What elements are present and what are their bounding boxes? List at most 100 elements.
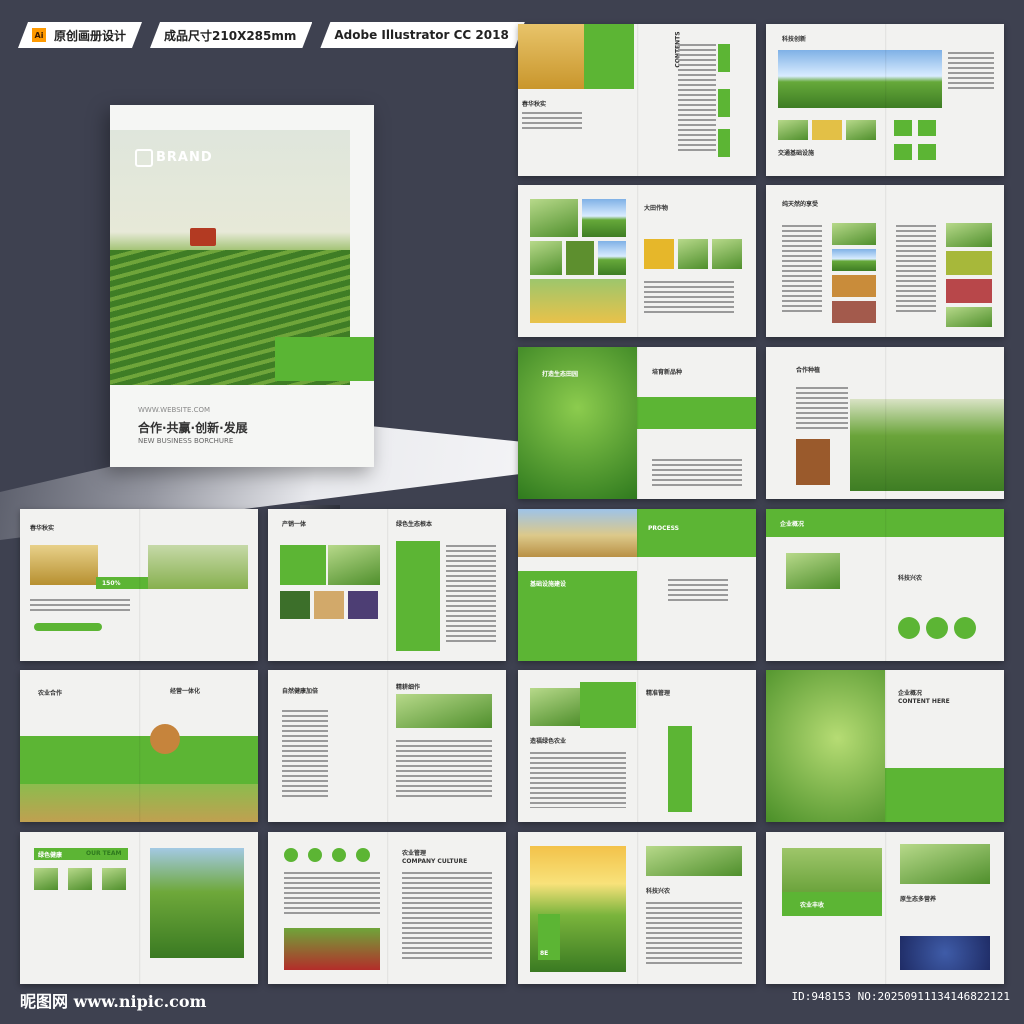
text-lines	[530, 752, 626, 808]
text-lines	[646, 902, 742, 966]
tag-design-label: 原创画册设计	[54, 28, 127, 43]
circle-badge	[926, 617, 948, 639]
cover-green-block	[275, 337, 374, 381]
spread-subtitle: 原生态多营养	[900, 896, 937, 903]
text-lines	[282, 710, 328, 800]
icon-badge	[308, 848, 322, 862]
field-photo	[328, 545, 380, 585]
progress-lines	[668, 579, 728, 601]
cow-photo	[796, 439, 830, 485]
spread-title: 农业丰收	[800, 902, 825, 909]
green-band	[782, 892, 882, 916]
tractor-icon	[190, 228, 216, 246]
sprout-photo	[766, 670, 885, 822]
thumb	[832, 223, 876, 245]
tag-size: 成品尺寸210X285mm	[150, 22, 312, 48]
green-column	[396, 541, 440, 651]
spread-title: 绿色健康	[38, 852, 63, 859]
header-tags: Ai 原创画册设计 成品尺寸210X285mm Adobe Illustrato…	[18, 22, 533, 48]
text-lines	[948, 52, 994, 92]
crop-photo	[530, 279, 626, 323]
spread-18: 农业丰收 原生态多营养	[766, 832, 1004, 984]
green-block	[280, 545, 326, 585]
spread-title: 自然健康加倍	[282, 688, 319, 695]
thumb	[946, 251, 992, 275]
thumb	[280, 591, 310, 619]
spread-title: 产销一体	[282, 521, 307, 528]
green-block	[580, 682, 636, 728]
crop-photo	[566, 241, 594, 275]
thumb	[946, 223, 992, 247]
spread-subtitle: COMPANY CULTURE	[402, 858, 468, 865]
spread-14: 企业概况 CONTENT HERE	[766, 670, 1004, 822]
spread-subtitle: 培育新品种	[652, 369, 683, 376]
text-lines	[896, 225, 936, 315]
icon-tile	[918, 120, 936, 136]
icon-badge	[356, 848, 370, 862]
spread-13: 造福绿色农业 精准管理	[518, 670, 756, 822]
spread-title: 科技兴农	[646, 888, 671, 895]
brochure-cover: BRAND WWW.WEBSITE.COM 合作·共赢·创新·发展 NEW BU…	[110, 105, 374, 467]
field-photo	[646, 846, 742, 876]
spread-title: 打造生态田园	[542, 371, 579, 378]
spread-title: 农业管理	[402, 850, 427, 857]
crop-photo	[530, 199, 578, 237]
thumb	[832, 249, 876, 271]
text-lines	[402, 872, 492, 962]
icon-tile	[918, 144, 936, 160]
spread-10: 企业概况 科技兴农	[766, 509, 1004, 661]
spread-11: 农业合作 经营一体化	[20, 670, 258, 822]
image-id: ID:948153 NO:20250911134146822121	[791, 990, 1010, 1003]
illustrator-icon: Ai	[32, 28, 46, 42]
terrace-photo	[850, 399, 1004, 491]
green-block	[584, 24, 634, 89]
tag-software: Adobe Illustrator CC 2018	[320, 22, 524, 48]
spread-title: 纯天然的享受	[782, 201, 819, 208]
spread-subtitle: OUR TEAM	[86, 850, 122, 857]
hills-photo	[396, 694, 492, 728]
text-lines	[284, 872, 380, 916]
toc-lines	[678, 44, 716, 154]
icon-tile	[894, 144, 912, 160]
thumb	[34, 868, 58, 890]
thumb	[812, 120, 842, 140]
spread-1: 春华秋实 CONTENTS	[518, 24, 756, 176]
green-block	[637, 509, 756, 557]
field-photo	[786, 553, 840, 589]
text-lines	[30, 599, 130, 613]
text-lines	[644, 281, 734, 315]
process-title: PROCESS	[648, 525, 679, 532]
text-lines	[396, 740, 492, 800]
spread-subtitle: 基础设施建设	[530, 581, 567, 588]
toc-badge	[718, 129, 730, 157]
tag-design: Ai 原创画册设计	[18, 22, 142, 48]
green-band	[637, 397, 756, 429]
harvester-photo	[518, 509, 637, 557]
spread-title: 造福绿色农业	[530, 738, 567, 745]
spread-15: 绿色健康 OUR TEAM	[20, 832, 258, 984]
green-panel	[885, 768, 1004, 822]
text-lines	[446, 545, 496, 645]
spread-title: 企业概况	[898, 690, 923, 697]
thumb	[314, 591, 344, 619]
text-lines	[796, 387, 848, 431]
berries-photo	[284, 928, 380, 970]
spread-7: 春华秋实 150%	[20, 509, 258, 661]
icon-badge	[284, 848, 298, 862]
cover-website: WWW.WEBSITE.COM	[138, 406, 211, 414]
spread-subtitle: 精准管理	[646, 690, 671, 697]
wheat-photo	[30, 545, 98, 585]
thumb	[68, 868, 92, 890]
crop-photo	[598, 241, 626, 275]
toc-badge	[718, 44, 730, 72]
circle-photo	[150, 724, 180, 754]
thumb	[102, 868, 126, 890]
field-photo	[148, 545, 248, 589]
thumb	[712, 239, 742, 269]
spread-title: 合作种植	[796, 367, 821, 374]
spread-title: 大田作物	[644, 205, 669, 212]
blueberry-photo	[900, 936, 990, 970]
thumb	[946, 307, 992, 327]
spread-subtitle: CONTENT HERE	[898, 698, 950, 705]
field-photo	[20, 784, 258, 822]
